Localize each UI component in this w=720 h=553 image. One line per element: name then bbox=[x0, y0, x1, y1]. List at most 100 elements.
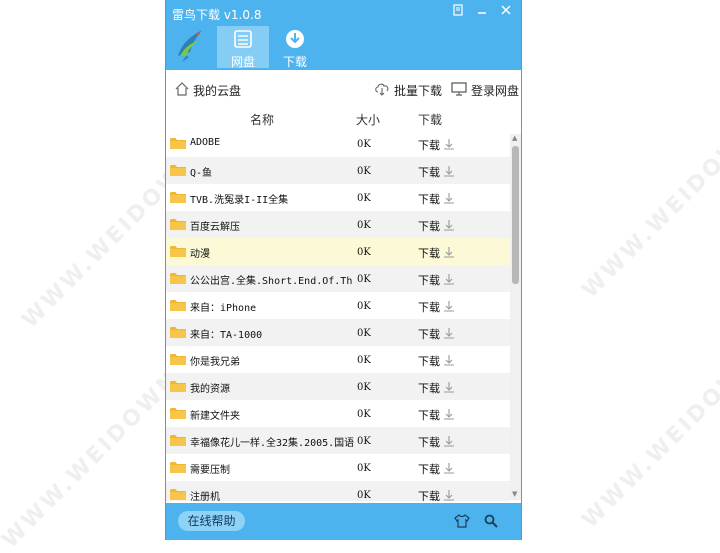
column-name: 名称 bbox=[250, 113, 275, 127]
watermark: WWW.WEIDOWN.COM bbox=[577, 291, 720, 534]
file-name: 注册机 bbox=[190, 492, 220, 501]
column-size: 大小 bbox=[356, 113, 381, 127]
download-button[interactable]: 下载 bbox=[418, 164, 455, 180]
skin-icon[interactable] bbox=[447, 1, 469, 19]
file-size: 0K bbox=[357, 328, 371, 339]
file-name: 动漫 bbox=[190, 249, 210, 260]
list-item[interactable]: 你是我兄弟 0K 下载 bbox=[166, 346, 510, 373]
download-arrow-icon bbox=[443, 408, 455, 423]
download-button[interactable]: 下载 bbox=[418, 326, 455, 342]
folder-icon bbox=[170, 488, 186, 501]
search-icon[interactable] bbox=[484, 513, 498, 532]
list-item[interactable]: TVB.洗冤录I-II全集 0K 下载 bbox=[166, 184, 510, 211]
folder-icon bbox=[170, 272, 186, 288]
download-button[interactable]: 下载 bbox=[418, 299, 455, 315]
list-item[interactable]: 新建文件夹 0K 下载 bbox=[166, 400, 510, 427]
list-item[interactable]: Q-鱼 0K 下载 bbox=[166, 157, 510, 184]
download-label: 下载 bbox=[418, 463, 440, 476]
download-arrow-icon bbox=[443, 192, 455, 207]
shirt-icon[interactable] bbox=[454, 513, 470, 532]
folder-icon bbox=[170, 245, 186, 261]
scroll-up-icon[interactable]: ▲ bbox=[512, 134, 517, 142]
download-button[interactable]: 下载 bbox=[418, 488, 455, 501]
app-title: 雷鸟下载 v1.0.8 bbox=[172, 8, 262, 22]
close-icon[interactable] bbox=[495, 1, 517, 19]
download-label: 下载 bbox=[418, 328, 440, 341]
folder-icon bbox=[170, 380, 186, 396]
download-button[interactable]: 下载 bbox=[418, 218, 455, 234]
download-button[interactable]: 下载 bbox=[418, 191, 455, 207]
list-item[interactable]: 来自：iPhone 0K 下载 bbox=[166, 292, 510, 319]
scroll-thumb[interactable] bbox=[512, 146, 519, 284]
list-item[interactable]: 来自：TA-1000 0K 下载 bbox=[166, 319, 510, 346]
toolbar: 我的云盘 批量下载 登录网盘 bbox=[166, 74, 521, 104]
app-window: 雷鸟下载 v1.0.8 网盘 下载 我的云盘 批量下载 登录网盘 名称 大小 下… bbox=[165, 0, 522, 540]
my-cloud-button[interactable]: 我的云盘 bbox=[175, 82, 241, 99]
file-size: 0K bbox=[357, 409, 371, 420]
folder-icon bbox=[170, 407, 186, 423]
folder-icon bbox=[170, 299, 186, 315]
list-item[interactable]: 我的资源 0K 下载 bbox=[166, 373, 510, 400]
file-size: 0K bbox=[357, 247, 371, 258]
download-arrow-icon bbox=[443, 462, 455, 477]
online-help-button[interactable]: 在线帮助 bbox=[178, 511, 245, 531]
download-button[interactable]: 下载 bbox=[418, 434, 455, 450]
list-item[interactable]: ADOBE 0K 下载 bbox=[166, 130, 510, 157]
folder-icon bbox=[170, 434, 186, 450]
file-name: 你是我兄弟 bbox=[190, 357, 240, 368]
folder-icon bbox=[170, 461, 186, 477]
file-name: ADOBE bbox=[190, 137, 221, 148]
home-icon bbox=[175, 82, 189, 99]
watermark: WWW.WEIDOWN.COM bbox=[577, 61, 720, 304]
list-item[interactable]: 百度云解压 0K 下载 bbox=[166, 211, 510, 238]
file-name: TVB.洗冤录I-II全集 bbox=[190, 195, 289, 206]
download-button[interactable]: 下载 bbox=[418, 353, 455, 369]
tab-download-label: 下载 bbox=[282, 55, 307, 69]
folder-icon bbox=[170, 326, 186, 342]
folder-icon bbox=[170, 164, 186, 180]
download-arrow-icon bbox=[443, 219, 455, 234]
minimize-icon[interactable] bbox=[471, 1, 493, 19]
download-button[interactable]: 下载 bbox=[418, 380, 455, 396]
list-item[interactable]: 注册机 0K 下载 bbox=[166, 481, 510, 501]
list-item[interactable]: 需要压制 0K 下载 bbox=[166, 454, 510, 481]
list-item[interactable]: 动漫 0K 下载 bbox=[166, 238, 510, 265]
list-item[interactable]: 幸福像花儿一样.全32集.2005.国语 0K 下载 bbox=[166, 427, 510, 454]
download-arrow-icon bbox=[443, 489, 455, 502]
file-size: 0K bbox=[357, 463, 371, 474]
file-size: 0K bbox=[357, 220, 371, 231]
tab-disk[interactable]: 网盘 bbox=[217, 26, 269, 69]
download-arrow-icon bbox=[443, 138, 455, 153]
download-arrow-icon bbox=[443, 327, 455, 342]
file-size: 0K bbox=[357, 193, 371, 204]
download-arrow-icon bbox=[443, 246, 455, 261]
list-item[interactable]: 公公出宫.全集.Short.End.Of.Th 0K 下载 bbox=[166, 265, 510, 292]
folder-icon bbox=[170, 218, 186, 234]
scrollbar[interactable]: ▲ ▼ bbox=[510, 134, 521, 500]
footer: 在线帮助 bbox=[166, 503, 521, 540]
download-label: 下载 bbox=[418, 409, 440, 422]
file-name: 我的资源 bbox=[190, 384, 230, 395]
file-size: 0K bbox=[357, 139, 371, 150]
batch-download-button[interactable]: 批量下载 bbox=[374, 82, 442, 99]
file-size: 0K bbox=[357, 436, 371, 447]
download-button[interactable]: 下载 bbox=[418, 272, 455, 288]
file-name: 新建文件夹 bbox=[190, 411, 240, 422]
download-button[interactable]: 下载 bbox=[418, 407, 455, 423]
login-disk-button[interactable]: 登录网盘 bbox=[451, 82, 519, 99]
download-label: 下载 bbox=[418, 355, 440, 368]
my-cloud-label: 我的云盘 bbox=[193, 84, 242, 98]
download-label: 下载 bbox=[418, 301, 440, 314]
download-button[interactable]: 下载 bbox=[418, 137, 455, 153]
tab-download[interactable]: 下载 bbox=[269, 26, 321, 69]
file-size: 0K bbox=[357, 166, 371, 177]
download-label: 下载 bbox=[418, 490, 440, 501]
download-button[interactable]: 下载 bbox=[418, 461, 455, 477]
download-circle-icon bbox=[269, 29, 321, 52]
file-name: Q-鱼 bbox=[190, 168, 213, 179]
download-button[interactable]: 下载 bbox=[418, 245, 455, 261]
scroll-down-icon[interactable]: ▼ bbox=[512, 490, 517, 498]
download-label: 下载 bbox=[418, 193, 440, 206]
file-name: 公公出宫.全集.Short.End.Of.Th bbox=[190, 276, 353, 287]
folder-icon bbox=[170, 137, 186, 153]
